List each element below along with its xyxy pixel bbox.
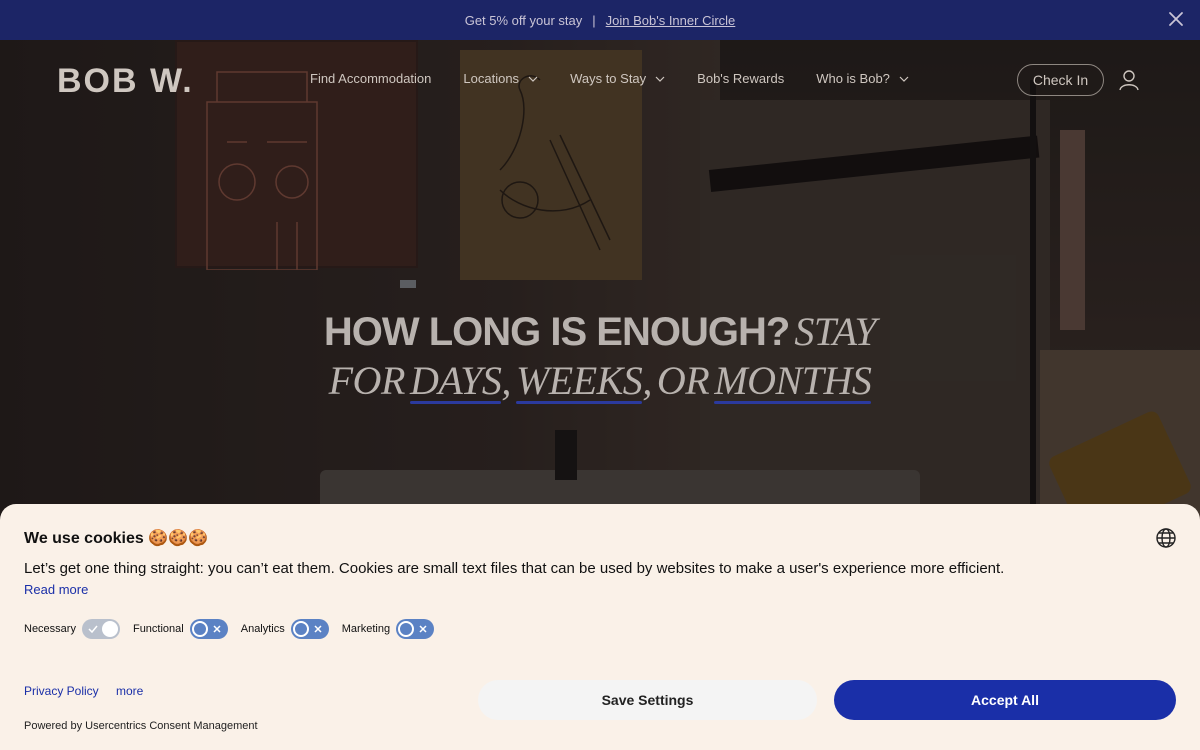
check-icon — [88, 625, 98, 634]
privacy-policy-link[interactable]: Privacy Policy — [24, 684, 99, 698]
cookie-title: We use cookies 🍪🍪🍪 — [24, 530, 208, 547]
headline-word-days: DAYS — [409, 358, 502, 404]
close-icon[interactable] — [1166, 9, 1186, 29]
analytics-toggle[interactable] — [290, 619, 329, 639]
nav-item-label: Locations — [463, 71, 520, 86]
toggle-label: Necessary — [24, 623, 76, 635]
headline-word-months: MONTHS — [714, 358, 872, 404]
chevron-down-icon — [655, 76, 665, 82]
cookie-toggles: Necessary Functional Analytics Marketing — [24, 619, 447, 639]
close-icon — [213, 625, 221, 633]
headline-comma: , — [642, 358, 652, 403]
nav-item-label: Bob's Rewards — [697, 71, 785, 86]
main-nav: BOB W. Find Accommodation Locations Ways… — [0, 40, 1200, 120]
chevron-down-icon — [899, 76, 909, 82]
nav-item-label: Ways to Stay — [570, 71, 647, 86]
toggle-knob — [101, 621, 118, 637]
nav-item-bobs-rewards[interactable]: Bob's Rewards — [697, 71, 784, 86]
more-link[interactable]: more — [116, 684, 143, 698]
cookie-description: Let’s get one thing straight: you can’t … — [24, 560, 1005, 577]
nav-item-label: Who is Bob? — [816, 71, 890, 86]
toggle-knob — [292, 621, 309, 637]
toggle-group-necessary: Necessary — [24, 619, 120, 639]
powered-by-text: Powered by Usercentrics Consent Manageme… — [24, 720, 258, 732]
nav-menu: Find Accommodation Locations Ways to Sta… — [310, 71, 941, 86]
toggle-label: Marketing — [341, 623, 391, 635]
read-more-link[interactable]: Read more — [24, 582, 88, 597]
toggle-group-functional: Functional — [133, 619, 228, 639]
save-settings-button[interactable]: Save Settings — [478, 680, 817, 720]
logo[interactable]: BOB W. — [57, 62, 194, 101]
nav-item-locations[interactable]: Locations — [463, 71, 538, 86]
necessary-toggle[interactable] — [81, 619, 120, 639]
headline-bold: HOW LONG IS ENOUGH? — [323, 310, 790, 354]
headline-word-or: OR — [656, 358, 710, 403]
close-icon — [314, 625, 322, 633]
chevron-down-icon — [528, 76, 538, 82]
close-icon — [419, 625, 427, 633]
headline-italic-for: FOR — [328, 358, 406, 403]
check-in-button[interactable]: Check In — [1017, 64, 1104, 96]
user-icon[interactable] — [1118, 69, 1140, 91]
headline-comma: , — [501, 358, 511, 403]
accept-all-button[interactable]: Accept All — [834, 680, 1176, 720]
toggle-knob — [398, 621, 415, 637]
inner-circle-link[interactable]: Join Bob's Inner Circle — [606, 13, 736, 28]
marketing-toggle[interactable] — [396, 619, 435, 639]
promo-bar: Get 5% off your stay | Join Bob's Inner … — [0, 0, 1200, 40]
nav-item-who-is-bob[interactable]: Who is Bob? — [816, 71, 909, 86]
toggle-label: Functional — [132, 623, 184, 635]
promo-offer-text: Get 5% off your stay — [464, 12, 583, 28]
globe-icon[interactable] — [1155, 527, 1177, 549]
nav-item-label: Find Accommodation — [310, 71, 432, 86]
nav-item-ways-to-stay[interactable]: Ways to Stay — [570, 71, 665, 86]
nav-item-find-accommodation[interactable]: Find Accommodation — [310, 71, 431, 86]
headline-italic-stay: STAY — [794, 309, 877, 354]
toggle-label: Analytics — [240, 623, 285, 635]
toggle-group-marketing: Marketing — [341, 619, 435, 639]
headline-word-weeks: WEEKS — [515, 358, 643, 404]
functional-toggle[interactable] — [189, 619, 228, 639]
promo-separator: | — [592, 12, 596, 28]
cookie-consent-panel: We use cookies 🍪🍪🍪 Let’s get one thing s… — [0, 504, 1200, 750]
toggle-group-analytics: Analytics — [241, 619, 329, 639]
toggle-knob — [191, 621, 208, 637]
hero-headline: HOW LONG IS ENOUGH? STAY FOR DAYS, WEEKS… — [300, 308, 900, 404]
